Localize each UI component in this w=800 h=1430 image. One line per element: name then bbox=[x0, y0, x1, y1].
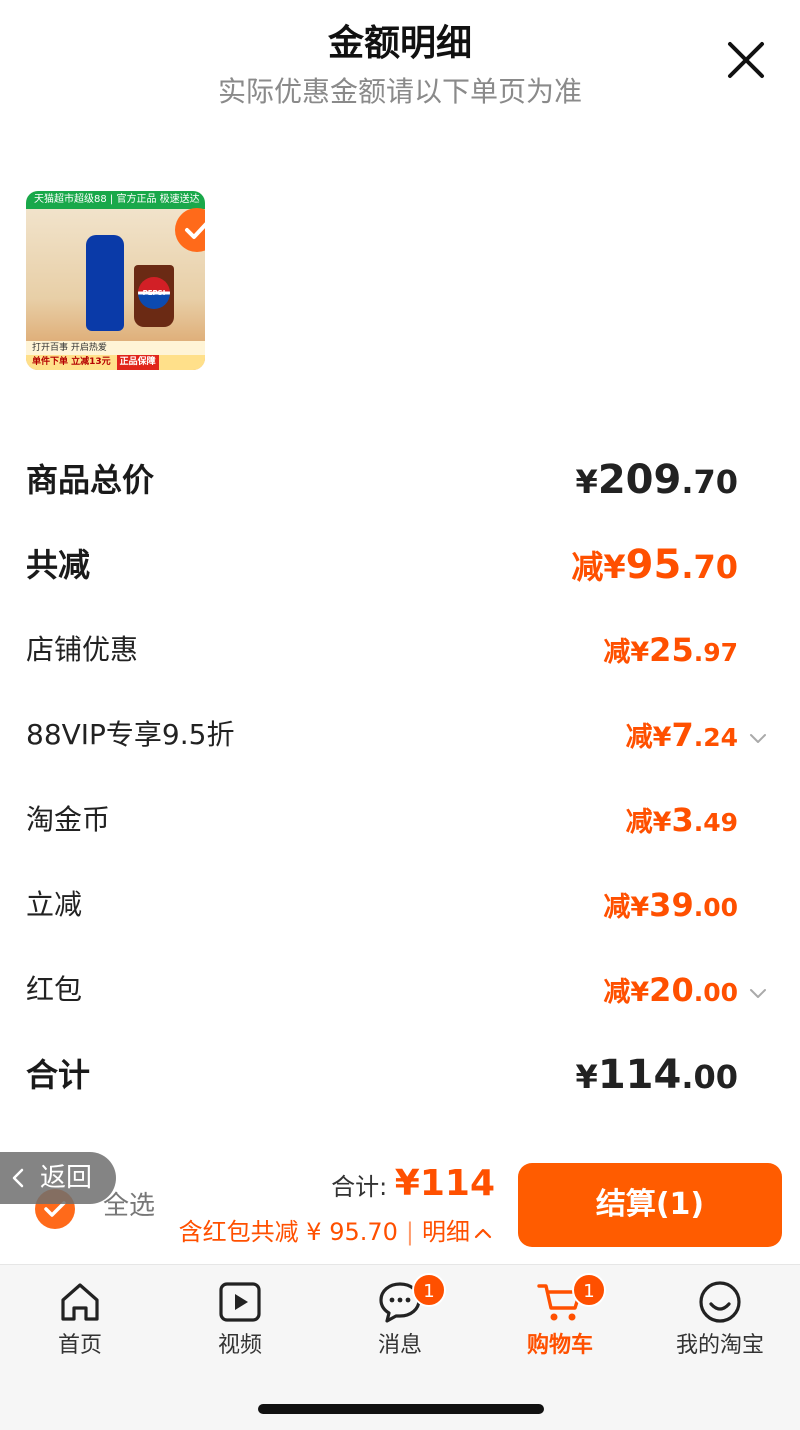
amount-decimal: .70 bbox=[681, 548, 738, 586]
back-button-label: 返回 bbox=[40, 1163, 93, 1193]
tab-label: 购物车 bbox=[526, 1333, 593, 1358]
red-packet-row[interactable]: 红包 减¥20.00 bbox=[26, 965, 738, 1015]
instant-reduction-amount: 减¥39.00 bbox=[603, 880, 738, 936]
vip-discount-amount: 减¥7.24 bbox=[626, 710, 738, 766]
goods-total-amount: ¥209.70 bbox=[576, 455, 738, 513]
shop-discount-label: 店铺优惠 bbox=[26, 633, 139, 666]
detail-link[interactable]: 明细 bbox=[422, 1218, 470, 1246]
sum-row: 合计 ¥114.00 bbox=[26, 1050, 738, 1100]
checkout-total: 合计: ¥114 bbox=[331, 1162, 495, 1212]
checkout-button[interactable]: 结算(1) bbox=[518, 1163, 782, 1247]
amount-decimal: .70 bbox=[681, 463, 738, 501]
reduction-prefix: 减¥ bbox=[603, 977, 650, 1008]
amount-integer: 39 bbox=[649, 886, 694, 924]
product-selected-check-icon[interactable] bbox=[174, 207, 205, 253]
tab-messages[interactable]: 1 消息 bbox=[320, 1265, 480, 1365]
amount-decimal: .24 bbox=[693, 723, 738, 752]
close-icon[interactable] bbox=[722, 36, 770, 84]
profile-icon bbox=[699, 1281, 741, 1323]
amount-decimal: .49 bbox=[693, 808, 738, 837]
amount-integer: 3 bbox=[671, 801, 694, 839]
chevron-left-icon bbox=[12, 1168, 24, 1188]
amount-integer: 20 bbox=[649, 971, 694, 1009]
amount-integer: 209 bbox=[597, 457, 682, 503]
sum-label: 合计 bbox=[26, 1056, 91, 1094]
product-thumbnail[interactable]: 天猫超市超级88 | 官方正品 极速送达 PEPSI 打开百事 开启热爱 单件下… bbox=[26, 191, 205, 370]
reduction-prefix: 减¥ bbox=[625, 722, 672, 753]
total-reduction-row: 共减 减¥95.70 bbox=[26, 540, 738, 590]
currency-symbol: ¥ bbox=[575, 463, 598, 501]
discount-text: 含红包共减 ¥ 95.70 bbox=[178, 1218, 398, 1246]
goods-total-label: 商品总价 bbox=[26, 461, 155, 499]
amount-integer: 95 bbox=[625, 542, 682, 588]
shop-discount-amount: 减¥25.97 bbox=[603, 625, 738, 681]
guarantee-badge: 正品保障 bbox=[116, 355, 159, 370]
pepsi-logo: PEPSI bbox=[138, 277, 170, 309]
tao-coins-amount: 减¥3.49 bbox=[626, 795, 738, 851]
amount-decimal: .97 bbox=[693, 638, 738, 667]
tab-label: 我的淘宝 bbox=[675, 1333, 764, 1358]
currency-symbol: ¥ bbox=[575, 1058, 598, 1096]
vip-discount-row[interactable]: 88VIP专享9.5折 减¥7.24 bbox=[26, 710, 738, 760]
tao-coins-label: 淘金币 bbox=[26, 803, 111, 836]
amount-integer: 7 bbox=[671, 716, 694, 754]
home-indicator bbox=[258, 1404, 544, 1414]
total-value: ¥114 bbox=[394, 1163, 495, 1204]
product-promo-line: 打开百事 开启热爱 bbox=[26, 341, 205, 355]
shop-discount-row: 店铺优惠 减¥25.97 bbox=[26, 625, 738, 675]
chevron-down-icon[interactable] bbox=[748, 986, 768, 1000]
total-reduction-label: 共减 bbox=[26, 546, 91, 584]
separator: | bbox=[405, 1218, 414, 1246]
amount-decimal: .00 bbox=[681, 1058, 738, 1096]
amount-integer: 114 bbox=[597, 1052, 682, 1098]
total-label: 合计: bbox=[331, 1173, 395, 1201]
instant-reduction-row: 立减 减¥39.00 bbox=[26, 880, 738, 930]
reduction-prefix: 减¥ bbox=[571, 548, 626, 586]
tab-my-taobao[interactable]: 我的淘宝 bbox=[640, 1265, 800, 1365]
chevron-up-icon bbox=[474, 1228, 492, 1239]
cart-badge: 1 bbox=[572, 1273, 606, 1307]
tab-label: 消息 bbox=[377, 1333, 422, 1358]
tab-video[interactable]: 视频 bbox=[160, 1265, 320, 1365]
amount-integer: 25 bbox=[649, 631, 694, 669]
amount-detail-sheet: 金额明细 实际优惠金额请以下单页为准 天猫超市超级88 | 官方正品 极速送达 … bbox=[0, 0, 800, 1430]
tab-cart[interactable]: 1 购物车 bbox=[480, 1265, 640, 1365]
product-promo-line-2: 单件下单 立减13元 正品保障 bbox=[26, 355, 205, 370]
reduction-prefix: 减¥ bbox=[603, 892, 650, 923]
instant-reduction-label: 立减 bbox=[26, 888, 83, 921]
tab-label: 视频 bbox=[217, 1333, 262, 1358]
promo-text: 单件下单 立减13元 bbox=[32, 357, 111, 367]
tao-coins-row: 淘金币 减¥3.49 bbox=[26, 795, 738, 845]
back-button[interactable]: 返回 bbox=[0, 1152, 116, 1204]
goods-total-row: 商品总价 ¥209.70 bbox=[26, 455, 738, 505]
sum-amount: ¥114.00 bbox=[576, 1050, 738, 1108]
tab-home[interactable]: 首页 bbox=[0, 1265, 160, 1365]
reduction-prefix: 减¥ bbox=[625, 807, 672, 838]
video-icon bbox=[219, 1282, 261, 1322]
tab-label: 首页 bbox=[57, 1333, 102, 1358]
page-title: 金额明细 bbox=[327, 23, 472, 64]
chevron-down-icon[interactable] bbox=[748, 731, 768, 745]
red-packet-amount: 减¥20.00 bbox=[603, 965, 738, 1021]
total-reduction-amount: 减¥95.70 bbox=[571, 540, 738, 598]
message-badge: 1 bbox=[412, 1273, 446, 1307]
discount-summary[interactable]: 含红包共减 ¥ 95.70 | 明细 bbox=[179, 1214, 492, 1250]
amount-decimal: .00 bbox=[693, 893, 738, 922]
vip-discount-label: 88VIP专享9.5折 bbox=[26, 718, 235, 751]
page-subtitle: 实际优惠金额请以下单页为准 bbox=[217, 75, 582, 108]
red-packet-label: 红包 bbox=[26, 973, 83, 1006]
home-icon bbox=[61, 1283, 99, 1321]
pepsi-bottle-image bbox=[86, 235, 124, 331]
amount-decimal: .00 bbox=[693, 978, 738, 1007]
reduction-prefix: 减¥ bbox=[603, 637, 650, 668]
